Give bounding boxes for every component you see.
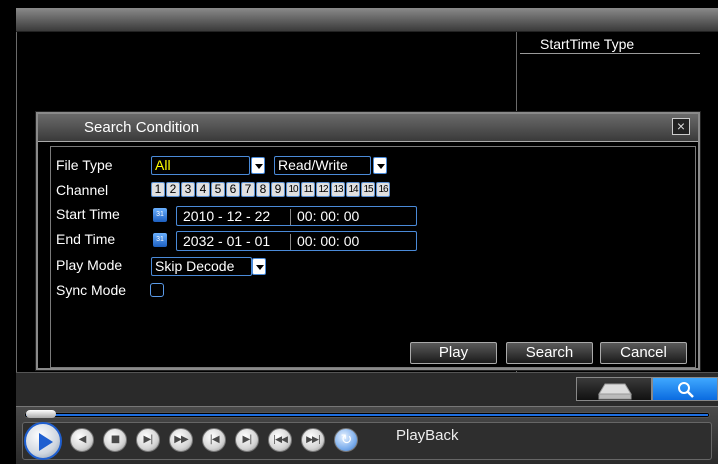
dialog-title: Search Condition xyxy=(84,119,200,136)
skip-back-icon[interactable]: |◀◀ xyxy=(268,428,292,452)
start-date-value[interactable]: 2010 - 12 - 22 xyxy=(179,207,270,225)
close-button[interactable]: × xyxy=(672,118,690,135)
channel-15-checkbox[interactable]: 15 xyxy=(361,182,375,197)
channel-4-checkbox[interactable]: 4 xyxy=(196,182,210,197)
channel-12-checkbox[interactable]: 12 xyxy=(316,182,330,197)
rewind-icon[interactable]: ◀ xyxy=(70,428,94,452)
hdd-icon xyxy=(598,383,632,400)
start-time-divider xyxy=(290,209,291,225)
hdd-tab-button[interactable] xyxy=(576,377,652,401)
stop-icon[interactable]: ■ xyxy=(103,428,127,452)
dialog-body xyxy=(50,146,696,368)
play-button[interactable]: Play xyxy=(410,342,497,364)
end-time-value[interactable]: 00: 00: 00 xyxy=(297,232,359,250)
channel-1-checkbox[interactable]: 1 xyxy=(151,182,165,197)
next-frame-icon[interactable]: ▶| xyxy=(235,428,259,452)
end-calendar-icon[interactable]: 31 xyxy=(153,233,167,247)
play-mode-dropdown-arrow[interactable] xyxy=(252,258,266,275)
channel-9-checkbox[interactable]: 9 xyxy=(271,182,285,197)
sync-icon[interactable]: ↻ xyxy=(334,428,358,452)
column-header-starttime-type[interactable]: StartTime Type xyxy=(520,34,700,54)
channel-label: Channel xyxy=(56,182,109,198)
channel-8-checkbox[interactable]: 8 xyxy=(256,182,270,197)
playback-label: PlayBack xyxy=(396,427,459,444)
progress-line xyxy=(26,414,708,416)
search-tab-button[interactable] xyxy=(652,377,718,401)
file-type-dropdown-arrow[interactable] xyxy=(251,157,265,174)
start-calendar-icon[interactable]: 31 xyxy=(153,208,167,222)
play-mode-select[interactable]: Skip Decode xyxy=(151,257,252,276)
channel-7-checkbox[interactable]: 7 xyxy=(241,182,255,197)
sync-mode-label: Sync Mode xyxy=(56,282,127,298)
play-mode-label: Play Mode xyxy=(56,257,123,273)
end-time-label: End Time xyxy=(56,231,116,247)
channel-3-checkbox[interactable]: 3 xyxy=(181,182,195,197)
channel-5-checkbox[interactable]: 5 xyxy=(211,182,225,197)
skip-forward-icon[interactable]: ▶▶| xyxy=(301,428,325,452)
window-title-bar xyxy=(16,8,718,32)
channel-10-checkbox[interactable]: 10 xyxy=(286,182,300,197)
file-type-label: File Type xyxy=(56,157,113,173)
end-date-value[interactable]: 2032 - 01 - 01 xyxy=(179,232,270,250)
start-time-field[interactable]: 2010 - 12 - 22 00: 00: 00 xyxy=(176,206,417,226)
play-icon[interactable] xyxy=(24,422,62,460)
access-dropdown-arrow[interactable] xyxy=(373,157,387,174)
channel-6-checkbox[interactable]: 6 xyxy=(226,182,240,197)
start-time-label: Start Time xyxy=(56,206,120,222)
start-time-value[interactable]: 00: 00: 00 xyxy=(297,207,359,225)
channel-13-checkbox[interactable]: 13 xyxy=(331,182,345,197)
cancel-button[interactable]: Cancel xyxy=(600,342,687,364)
channel-16-checkbox[interactable]: 16 xyxy=(376,182,390,197)
slow-play-icon[interactable]: ▶| xyxy=(136,428,160,452)
access-select[interactable]: Read/Write xyxy=(274,156,371,175)
file-type-select[interactable]: All xyxy=(151,156,250,175)
previous-frame-icon[interactable]: |◀ xyxy=(202,428,226,452)
channel-11-checkbox[interactable]: 11 xyxy=(301,182,315,197)
magnifier-icon xyxy=(678,382,694,398)
channel-2-checkbox[interactable]: 2 xyxy=(166,182,180,197)
progress-slider-handle[interactable] xyxy=(26,410,56,418)
end-time-field[interactable]: 2032 - 01 - 01 00: 00: 00 xyxy=(176,231,417,251)
channel-14-checkbox[interactable]: 14 xyxy=(346,182,360,197)
fast-forward-icon[interactable]: ▶▶ xyxy=(169,428,193,452)
sync-mode-checkbox[interactable] xyxy=(150,283,164,297)
end-time-divider xyxy=(290,234,291,250)
search-button[interactable]: Search xyxy=(506,342,593,364)
